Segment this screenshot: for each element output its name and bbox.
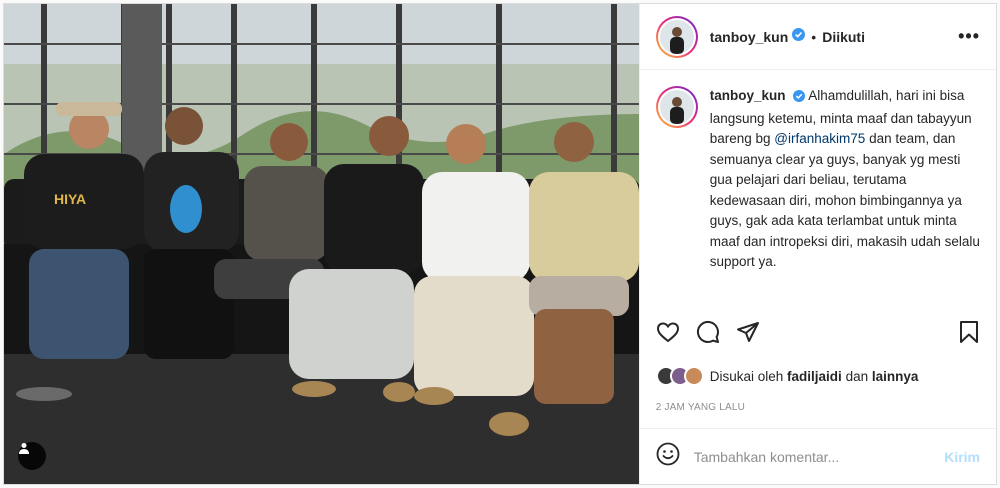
heart-icon[interactable]	[656, 320, 680, 349]
liker-avatar[interactable]	[683, 366, 704, 386]
more-options-icon[interactable]: •••	[958, 26, 980, 47]
svg-text:HIYA: HIYA	[54, 191, 86, 207]
post-sidebar: tanboy_kun • Diikuti ••• tanboy_kun Alha…	[638, 4, 996, 484]
caption: tanboy_kun Alhamdulillah, hari ini bisa …	[640, 70, 996, 308]
post-timestamp[interactable]: 2 JAM YANG LALU	[656, 402, 745, 413]
photo-illustration: HIYA	[4, 4, 639, 484]
caption-text: tanboy_kun Alhamdulillah, hari ini bisa …	[710, 86, 980, 308]
verified-icon	[793, 88, 806, 109]
user-tag-icon[interactable]	[18, 442, 46, 470]
post-photo[interactable]: HIYA	[4, 4, 639, 484]
caption-avatar[interactable]	[655, 86, 698, 128]
likes-summary: Disukai oleh fadiljaidi dan lainnya	[655, 366, 919, 386]
avatar[interactable]	[655, 15, 698, 58]
likes-prefix: Disukai oleh	[709, 368, 784, 384]
comment-bar: Kirim	[639, 428, 996, 484]
comment-icon[interactable]	[696, 320, 720, 349]
follow-status-button[interactable]: Diikuti	[822, 29, 865, 45]
likes-user-link[interactable]: fadiljaidi	[787, 369, 842, 384]
bookmark-icon[interactable]	[958, 320, 980, 349]
comment-input[interactable]	[693, 448, 924, 465]
post-header: tanboy_kun • Diikuti •••	[639, 4, 996, 70]
action-bar	[656, 320, 980, 348]
emoji-icon[interactable]	[656, 442, 680, 471]
share-icon[interactable]	[736, 320, 760, 349]
caption-body-end: dan team, dan semuanya clear ya guys, ba…	[709, 131, 980, 269]
likes-conjunction: dan	[845, 368, 869, 384]
verified-icon	[792, 27, 806, 46]
post-comment-button[interactable]: Kirim	[944, 449, 980, 465]
username-link[interactable]: tanboy_kun	[710, 29, 789, 45]
likes-others-link[interactable]: lainnya	[872, 369, 919, 384]
separator-dot: •	[811, 28, 817, 45]
caption-username[interactable]: tanboy_kun	[710, 88, 786, 103]
caption-mention-link[interactable]: @irfanhakim75	[774, 131, 865, 146]
post-container: HIYA tanboy_kun • Diikuti ••• tanboy_kun…	[3, 3, 997, 485]
